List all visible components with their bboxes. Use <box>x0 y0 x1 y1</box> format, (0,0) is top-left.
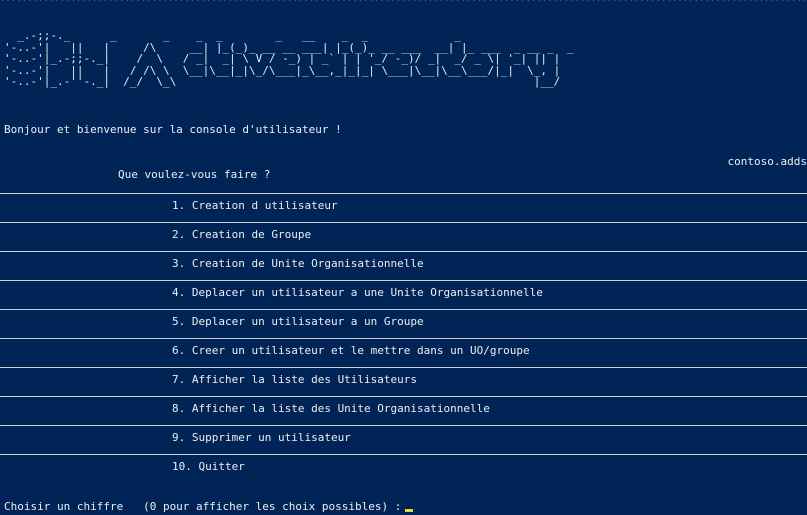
input-prompt[interactable]: Choisir un chiffre (0 pour afficher les … <box>4 500 414 514</box>
welcome-message: Bonjour et bienvenue sur la console d'ut… <box>4 123 342 136</box>
powershell-console[interactable]: ****************************************… <box>0 0 807 515</box>
menu-item-label: 6. Creer un utilisateur et le mettre dan… <box>172 344 530 357</box>
menu-item-label: 8. Afficher la liste des Unite Organisat… <box>172 402 490 415</box>
menu-item-label: 7. Afficher la liste des Utilisateurs <box>172 373 418 386</box>
text-cursor[interactable] <box>405 509 414 512</box>
menu-item-label: 5. Deplacer un utilisateur a un Groupe <box>172 315 424 328</box>
prompt-text: Choisir un chiffre (0 pour afficher les … <box>4 500 402 513</box>
menu-item-list-ou: 8. Afficher la liste des Unite Organisat… <box>0 396 807 425</box>
menu-item-label: 10. Quitter <box>172 460 245 473</box>
domain-label: contoso.adds <box>727 155 807 168</box>
stars-banner: ****************************************… <box>0 0 807 6</box>
menu-item-label: 9. Supprimer un utilisateur <box>172 431 351 444</box>
menu-item-label: 1. Creation d utilisateur <box>172 199 338 212</box>
active-directory-ascii-logo: _.-;;-._ _ _ _ _ _ __ _ _ _ '-..-'| || |… <box>4 29 574 88</box>
menu-list: 1. Creation d utilisateur 2. Creation de… <box>0 193 807 483</box>
menu-item-create-user-in-ou-group: 6. Creer un utilisateur et le mettre dan… <box>0 338 807 367</box>
menu-item-create-user: 1. Creation d utilisateur <box>0 193 807 222</box>
menu-item-create-group: 2. Creation de Groupe <box>0 222 807 251</box>
menu-item-move-user-group: 5. Deplacer un utilisateur a un Groupe <box>0 309 807 338</box>
menu-item-list-users: 7. Afficher la liste des Utilisateurs <box>0 367 807 396</box>
menu-item-quit: 10. Quitter <box>0 454 807 483</box>
menu-item-label: 4. Deplacer un utilisateur a une Unite O… <box>172 286 543 299</box>
menu-item-label: 3. Creation de Unite Organisationnelle <box>172 257 424 270</box>
menu-item-move-user-ou: 4. Deplacer un utilisateur a une Unite O… <box>0 280 807 309</box>
menu-question: Que voulez-vous faire ? <box>118 168 271 181</box>
menu-item-label: 2. Creation de Groupe <box>172 228 312 241</box>
menu-item-create-ou: 3. Creation de Unite Organisationnelle <box>0 251 807 280</box>
menu-item-delete-user: 9. Supprimer un utilisateur <box>0 425 807 454</box>
